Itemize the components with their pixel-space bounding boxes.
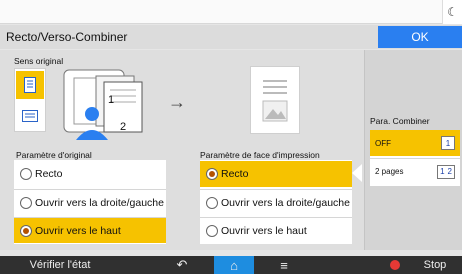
option-label: Ouvrir vers le haut bbox=[35, 224, 121, 237]
single-page-icon: 1 bbox=[441, 136, 455, 150]
arrow-right-icon: → bbox=[168, 92, 186, 112]
parametre-original-label: Paramètre d'original bbox=[16, 150, 92, 160]
option-label: OFF bbox=[375, 138, 391, 148]
back-button[interactable]: ↶ bbox=[160, 256, 204, 274]
bottom-navigation-bar: Vérifier l'état ↶ ⌂ ≡ Stop bbox=[0, 256, 462, 274]
print-preview-page bbox=[250, 66, 300, 134]
original-option-open-top[interactable]: Ouvrir vers le haut bbox=[14, 217, 166, 243]
portrait-page-icon bbox=[24, 77, 36, 93]
face-option-recto[interactable]: Recto bbox=[200, 161, 352, 187]
original-option-open-left-right[interactable]: Ouvrir vers la droite/gauche bbox=[14, 189, 166, 215]
home-icon: ⌂ bbox=[230, 257, 238, 273]
option-label: 2 pages bbox=[375, 167, 404, 176]
portrait-orientation-button[interactable] bbox=[16, 71, 44, 99]
stop-button[interactable]: Stop bbox=[374, 256, 462, 274]
face-option-open-top[interactable]: Ouvrir vers le haut bbox=[200, 217, 352, 243]
parametre-face-label: Paramètre de face d'impression bbox=[200, 150, 320, 160]
radio-unchecked-icon bbox=[20, 196, 32, 209]
combine-setting-list: OFF 1 2 pages 1 2 bbox=[370, 130, 460, 186]
illustration-page-number-2: 2 bbox=[120, 121, 127, 133]
check-status-button[interactable]: Vérifier l'état bbox=[0, 256, 120, 274]
original-placement-illustration bbox=[62, 64, 146, 140]
print-face-setting-list: Recto Ouvrir vers la droite/gauche Ouvri… bbox=[200, 160, 352, 244]
menu-icon: ≡ bbox=[280, 257, 288, 273]
option-label: Recto bbox=[35, 168, 63, 180]
document-image-icon bbox=[262, 80, 288, 122]
original-option-recto[interactable]: Recto bbox=[14, 161, 166, 187]
landscape-page-icon bbox=[22, 110, 38, 122]
status-bar: ☾ bbox=[0, 0, 462, 24]
option-label: Recto bbox=[221, 168, 249, 180]
radio-unchecked-icon bbox=[206, 196, 218, 209]
original-orientation-selector bbox=[14, 68, 46, 132]
menu-button[interactable]: ≡ bbox=[262, 256, 306, 274]
option-label: Ouvrir vers la droite/gauche bbox=[35, 196, 164, 209]
two-pages-icon: 1 2 bbox=[437, 164, 455, 179]
stop-icon bbox=[389, 260, 400, 270]
para-combiner-label: Para. Combiner bbox=[370, 116, 430, 126]
face-option-open-left-right[interactable]: Ouvrir vers la droite/gauche bbox=[200, 189, 352, 215]
sens-original-label: Sens original bbox=[14, 56, 64, 66]
landscape-orientation-button[interactable] bbox=[16, 102, 44, 130]
panel-pointer-arrow bbox=[352, 164, 362, 182]
combine-option-off[interactable]: OFF 1 bbox=[370, 130, 460, 156]
radio-unchecked-icon bbox=[206, 224, 218, 237]
original-setting-list: Recto Ouvrir vers la droite/gauche Ouvri… bbox=[14, 160, 166, 244]
option-label: Ouvrir vers la droite/gauche bbox=[221, 196, 350, 209]
energy-saver-icon[interactable]: ☾ bbox=[442, 0, 462, 24]
radio-checked-icon bbox=[20, 224, 32, 237]
radio-unchecked-icon bbox=[20, 168, 32, 180]
combine-option-2-pages[interactable]: 2 pages 1 2 bbox=[370, 158, 460, 184]
ok-button[interactable]: OK bbox=[378, 26, 462, 48]
page-title: Recto/Verso-Combiner bbox=[6, 30, 128, 44]
radio-checked-icon bbox=[206, 168, 218, 180]
option-label: Ouvrir vers le haut bbox=[221, 224, 307, 237]
illustration-page-number-1: 1 bbox=[108, 94, 115, 106]
back-arrow-icon: ↶ bbox=[176, 257, 188, 272]
scanner-original-icon bbox=[63, 69, 143, 140]
home-button[interactable]: ⌂ bbox=[214, 256, 254, 274]
